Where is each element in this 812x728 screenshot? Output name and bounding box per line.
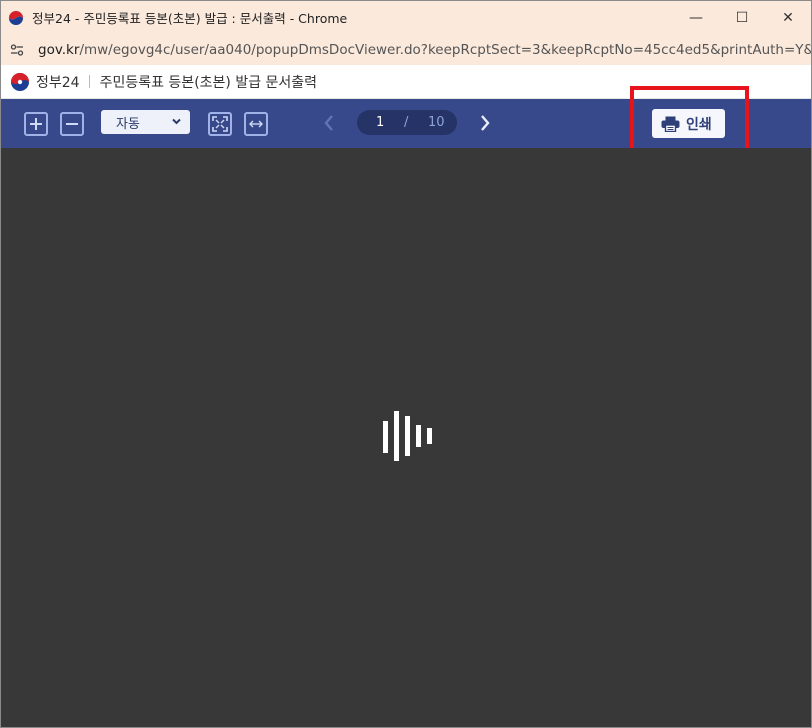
url-text[interactable]: gov.kr/mw/egovg4c/user/aa040/popupDmsDoc… [38,42,811,58]
document-viewer [1,148,811,727]
prev-page-icon[interactable] [321,113,337,133]
site-settings-icon[interactable] [9,42,25,58]
window-title: 정부24 - 주민등록표 등본(초본) 발급 : 문서출력 - Chrome [32,11,348,26]
browser-window: 정부24 - 주민등록표 등본(초본) 발급 : 문서출력 - Chrome —… [0,0,812,728]
maximize-button[interactable]: ☐ [719,1,765,34]
maximize-icon: ☐ [735,9,749,26]
zoom-in-button[interactable] [24,112,48,136]
brand-name: 정부24 [36,74,80,91]
page-title: 주민등록표 등본(초본) 발급 문서출력 [99,74,318,91]
minimize-icon: — [689,9,703,26]
close-icon: ✕ [782,9,794,26]
fit-width-icon [249,120,263,128]
zoom-out-button[interactable] [60,112,84,136]
zoom-in-icon [30,118,42,130]
minimize-button[interactable]: — [673,1,719,34]
fit-page-icon [212,116,228,132]
header-divider [88,75,90,88]
page-indicator: 1 / 10 [357,110,457,135]
address-bar[interactable]: gov.kr/mw/egovg4c/user/aa040/popupDmsDoc… [1,34,811,65]
close-button[interactable]: ✕ [765,1,811,34]
fit-width-button[interactable] [244,112,268,136]
loading-spinner-icon [383,411,433,461]
current-page-input[interactable]: 1 [376,115,384,130]
total-pages: 10 [428,115,445,130]
fit-page-button[interactable] [208,112,232,136]
zoom-out-icon [66,123,78,125]
zoom-select[interactable]: 자동 [101,110,190,134]
gov-logo-icon [11,72,29,91]
title-bar: 정부24 - 주민등록표 등본(초본) 발급 : 문서출력 - Chrome —… [1,1,811,34]
url-host: gov.kr [38,41,80,58]
next-page-icon[interactable] [477,113,493,133]
chevron-down-icon [172,118,181,125]
url-path: /mw/egovg4c/user/aa040/popupDmsDocViewer… [79,41,811,58]
zoom-select-value: 자동 [116,116,140,132]
chrome-site-icon [8,10,24,25]
page-separator: / [404,115,409,130]
